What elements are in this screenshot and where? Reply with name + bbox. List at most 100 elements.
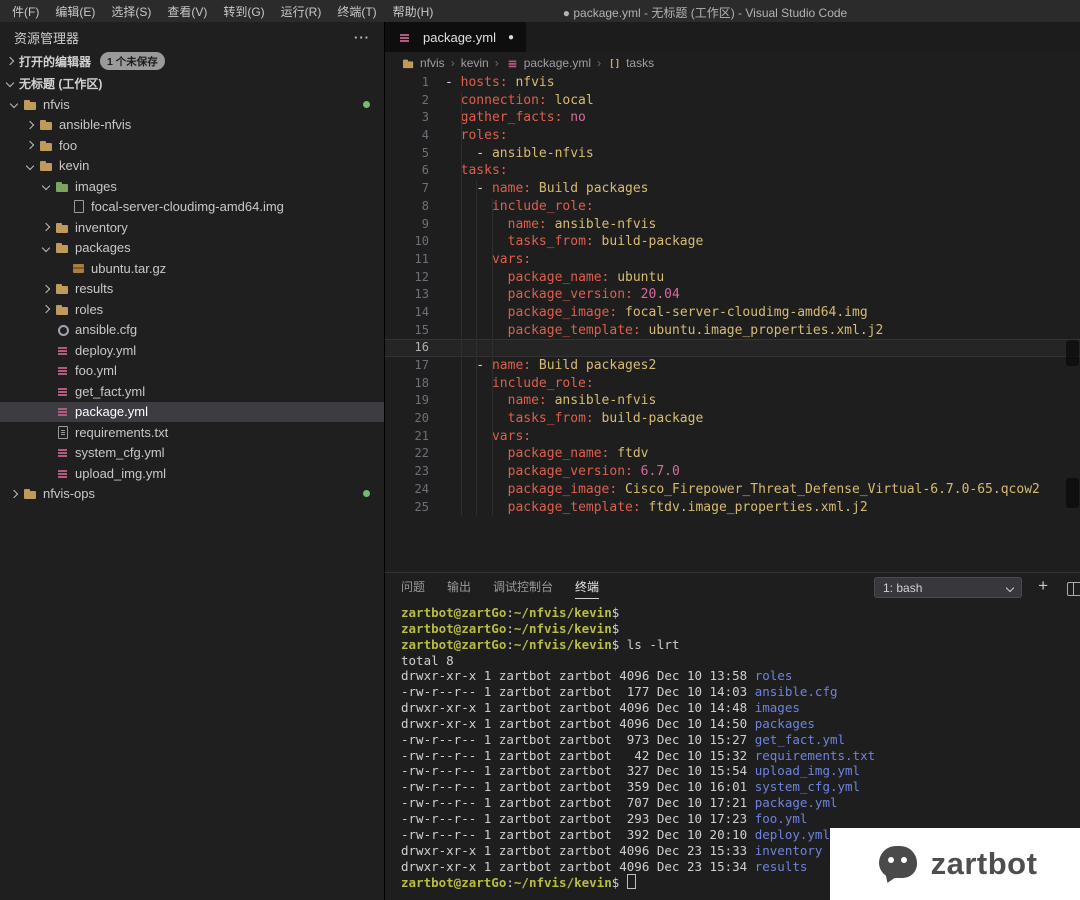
code-line[interactable]: 12 package_name: ubuntu [385,269,1080,287]
unsaved-count-badge: 1 个未保存 [100,52,165,70]
code-line[interactable]: 2 connection: local [385,92,1080,110]
terminal-line: -rw-r--r-- 1 zartbot zartbot 327 Dec 10 … [401,763,1080,779]
menu-item[interactable]: 编辑(E) [47,3,103,20]
tree-item-deploy.yml[interactable]: deploy.yml [0,340,384,361]
chevron-icon [10,100,18,108]
code-line[interactable]: 21 vars: [385,428,1080,446]
code-line[interactable]: 18 include_role: [385,375,1080,393]
terminal-shell-select[interactable]: 1: bash [874,577,1022,598]
tree-item-system_cfg.yml[interactable]: system_cfg.yml [0,443,384,464]
yaml-icon [55,363,70,378]
code-line[interactable]: 8 include_role: [385,198,1080,216]
code-line[interactable]: 22 package_name: ftdv [385,445,1080,463]
tree-item-get_fact.yml[interactable]: get_fact.yml [0,381,384,402]
code-line[interactable]: 19 name: ansible-nfvis [385,392,1080,410]
code-line[interactable]: 1- hosts: nfvis [385,74,1080,92]
code-text: name: ansible-nfvis [445,216,656,234]
tree-item-roles[interactable]: roles [0,299,384,320]
breadcrumb-package.yml[interactable]: package.yml [505,56,591,71]
terminal-line: -rw-r--r-- 1 zartbot zartbot 359 Dec 10 … [401,779,1080,795]
code-line[interactable]: 17 - name: Build packages2 [385,357,1080,375]
split-terminal-icon[interactable] [1067,582,1080,596]
code-line[interactable]: 14 package_image: focal-server-cloudimg-… [385,304,1080,322]
zip-icon [71,261,86,276]
line-number: 10 [385,233,445,251]
tree-item-upload_img.yml[interactable]: upload_img.yml [0,463,384,484]
code-line[interactable]: 23 package_version: 6.7.0 [385,463,1080,481]
tree-item-label: foo.yml [75,363,117,378]
panel-tab-调试控制台[interactable]: 调试控制台 [493,578,553,598]
panel-tab-问题[interactable]: 问题 [401,578,425,598]
menu-item[interactable]: 查看(V) [159,3,215,20]
panel-tab-输出[interactable]: 输出 [447,578,471,598]
code-line[interactable]: 13 package_version: 20.04 [385,286,1080,304]
folder-icon [39,117,54,132]
tree-item-focal-server-cloudimg-amd64.img[interactable]: focal-server-cloudimg-amd64.img [0,197,384,218]
code-text: include_role: [445,375,594,393]
code-text: package_name: ftdv [445,445,649,463]
workspace-section[interactable]: 无标题 (工作区) [0,72,384,94]
code-line[interactable]: 20 tasks_from: build-package [385,410,1080,428]
tree-item-foo[interactable]: foo [0,135,384,156]
editor-area: package.yml nfvis kevin package.yml tasks 1… [384,22,1080,572]
txt-icon [55,425,70,440]
code-line[interactable]: 11 vars: [385,251,1080,269]
breadcrumb-label: tasks [626,56,654,70]
code-line[interactable]: 6 tasks: [385,162,1080,180]
terminal-line: zartbot@zartGo:~/nfvis/kevin$ [401,621,1080,637]
shell-select-value: 1: bash [883,581,922,595]
code-line[interactable]: 7 - name: Build packages [385,180,1080,198]
code-line[interactable]: 16 [385,339,1080,357]
code-text: gather_facts: no [445,109,586,127]
tree-item-ansible.cfg[interactable]: ansible.cfg [0,320,384,341]
line-number: 17 [385,357,445,375]
breadcrumb: nfvis kevin package.yml tasks [385,52,1080,74]
tree-item-ubuntu.tar.gz[interactable]: ubuntu.tar.gz [0,258,384,279]
tree-item-nfvis[interactable]: nfvis [0,94,384,115]
breadcrumb-nfvis[interactable]: nfvis [401,56,445,71]
tree-item-nfvis-ops[interactable]: nfvis-ops [0,484,384,505]
code-line[interactable]: 9 name: ansible-nfvis [385,216,1080,234]
tree-item-package.yml[interactable]: package.yml [0,402,384,423]
menu-item[interactable]: 运行(R) [273,3,330,20]
tree-item-foo.yml[interactable]: foo.yml [0,361,384,382]
code-text: package_version: 20.04 [445,286,680,304]
menu-item[interactable]: 件(F) [4,3,47,20]
breadcrumb-kevin[interactable]: kevin [461,56,489,70]
line-number: 8 [385,198,445,216]
tab-package-yml[interactable]: package.yml [385,22,526,52]
code-editor[interactable]: 1- hosts: nfvis2 connection: local3 gath… [385,74,1080,572]
unsaved-dot-icon[interactable] [508,32,514,43]
tree-item-kevin[interactable]: kevin [0,156,384,177]
code-line[interactable]: 15 package_template: ubuntu.image_proper… [385,322,1080,340]
menu-item[interactable]: 终端(T) [329,3,384,20]
line-number: 7 [385,180,445,198]
more-actions-icon[interactable] [354,30,370,45]
code-line[interactable]: 5 - ansible-nfvis [385,145,1080,163]
tree-item-requirements.txt[interactable]: requirements.txt [0,422,384,443]
terminal-line: drwxr-xr-x 1 zartbot zartbot 4096 Dec 10… [401,668,1080,684]
code-line[interactable]: 3 gather_facts: no [385,109,1080,127]
tree-item-packages[interactable]: packages [0,238,384,259]
line-number: 5 [385,145,445,163]
chevron-right-icon [6,57,14,65]
code-line[interactable]: 25 package_template: ftdv.image_properti… [385,499,1080,517]
code-line[interactable]: 10 tasks_from: build-package [385,233,1080,251]
zartbot-watermark: zartbot [830,828,1080,900]
panel-tab-终端[interactable]: 终端 [575,578,599,599]
tree-item-ansible-nfvis[interactable]: ansible-nfvis [0,115,384,136]
yaml-icon [55,343,70,358]
new-terminal-icon[interactable] [1038,576,1048,596]
menu-item[interactable]: 帮助(H) [385,3,442,20]
code-line[interactable]: 4 roles: [385,127,1080,145]
tree-item-inventory[interactable]: inventory [0,217,384,238]
open-editors-section[interactable]: 打开的编辑器 1 个未保存 [0,50,384,72]
tree-item-label: get_fact.yml [75,384,145,399]
tree-item-images[interactable]: images [0,176,384,197]
code-line[interactable]: 24 package_image: Cisco_Firepower_Threat… [385,481,1080,499]
tree-item-results[interactable]: results [0,279,384,300]
menu-item[interactable]: 选择(S) [103,3,159,20]
breadcrumb-tasks[interactable]: tasks [607,56,654,71]
menu-item[interactable]: 转到(G) [215,3,272,20]
tree-item-label: requirements.txt [75,425,168,440]
